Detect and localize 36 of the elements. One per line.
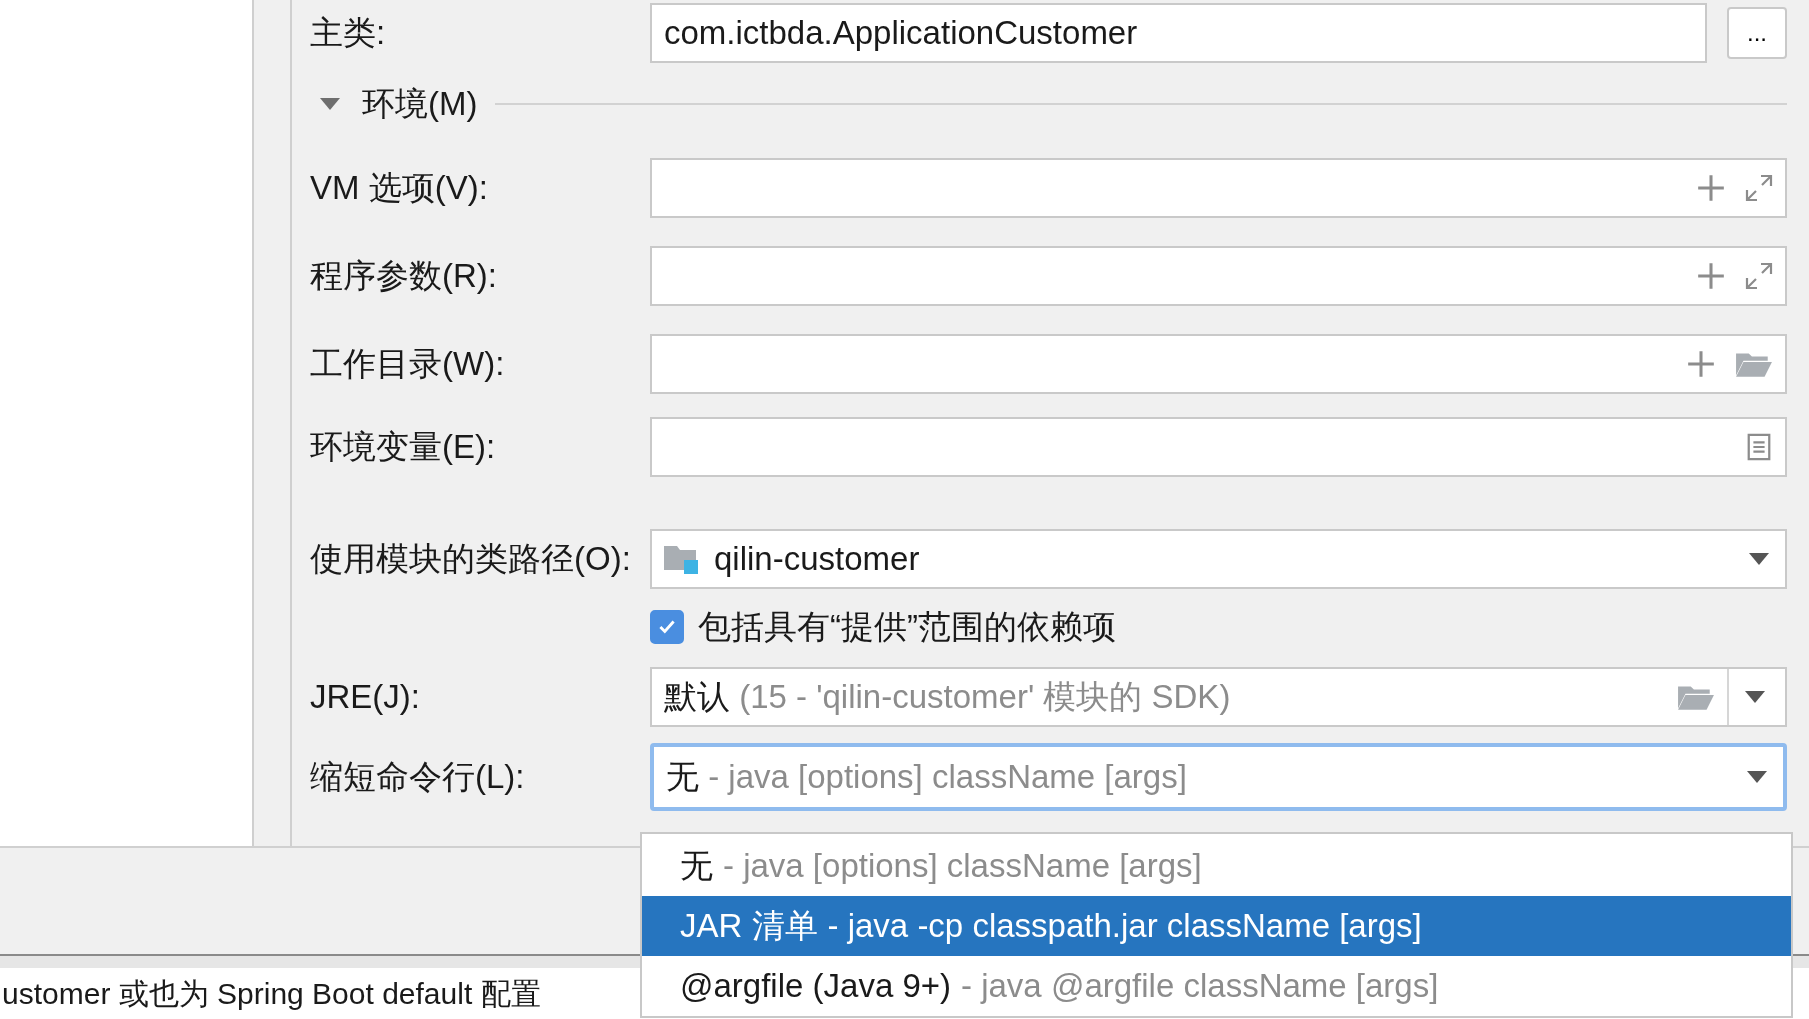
checkbox[interactable] [650, 610, 684, 644]
document-icon[interactable] [1745, 433, 1773, 461]
field-label: 缩短命令行(L): [310, 756, 526, 797]
expand-icon[interactable] [1745, 174, 1773, 202]
dropdown-option[interactable]: 无 - java [options] className [args] [642, 836, 1791, 896]
field-label: 使用模块的类路径(O): [310, 538, 632, 579]
input-field[interactable] [650, 158, 1787, 218]
caret-icon [1745, 691, 1765, 703]
collapse-triangle-icon[interactable] [320, 98, 340, 110]
section-title: 环境(M) [362, 83, 478, 124]
folder-icon[interactable] [1735, 350, 1773, 378]
plus-icon[interactable] [1697, 174, 1725, 202]
field-label: JRE(J): [310, 678, 421, 716]
input-field[interactable] [650, 246, 1787, 306]
field-label: 主类: [310, 12, 387, 53]
expand-icon[interactable] [1745, 262, 1773, 290]
module-dropdown[interactable]: qilin-customer [650, 529, 1787, 589]
field-label: 工作目录(W): [310, 343, 506, 384]
field-label: VM 选项(V): [310, 167, 489, 208]
input-field[interactable] [650, 417, 1787, 477]
folder-icon[interactable] [1677, 683, 1715, 711]
field-label: 程序参数(R): [310, 255, 498, 296]
plus-icon[interactable] [1697, 262, 1725, 290]
caret-icon [1747, 771, 1767, 783]
checkbox-label[interactable]: 包括具有“提供”范围的依赖项 [698, 604, 1116, 650]
shorten-dropdown[interactable]: 无 - java [options] className [args] [650, 743, 1787, 811]
input-field[interactable] [650, 334, 1787, 394]
dropdown-option[interactable]: JAR 清单 - java -cp classpath.jar className [args] [642, 896, 1791, 956]
dropdown-option[interactable]: @argfile (Java 9+) - java @argfile className [args] [642, 956, 1791, 1016]
main-class-field[interactable]: com.ictbda.ApplicationCustomer [650, 3, 1707, 63]
field-label: 环境变量(E): [310, 426, 497, 467]
module-folder-icon [664, 544, 700, 574]
caret-icon [1749, 553, 1769, 565]
browse-button[interactable]: ... [1727, 7, 1787, 59]
plus-icon[interactable] [1687, 350, 1715, 378]
background-text: ustomer 或也为 Spring Boot default 配置 [2, 975, 541, 1012]
